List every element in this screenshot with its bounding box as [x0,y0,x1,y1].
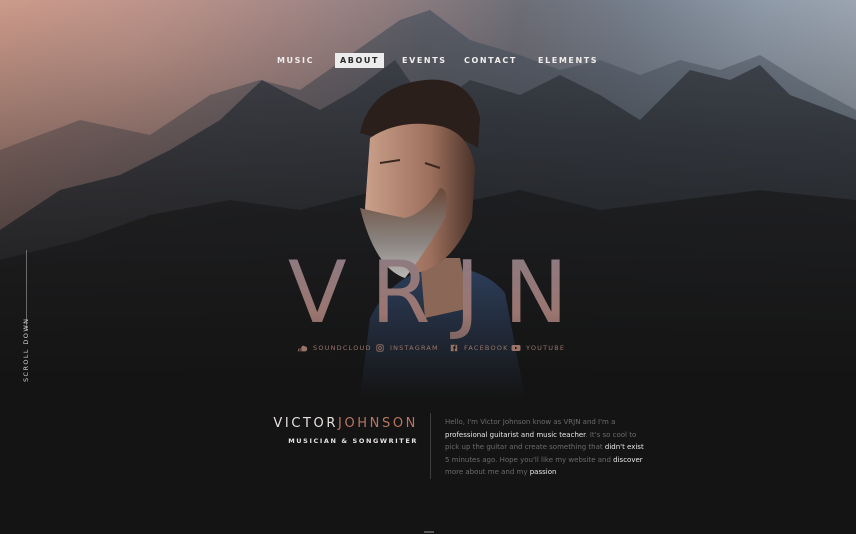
artist-last-name: JOHNSON [338,416,418,431]
vertical-divider [430,413,431,479]
nav-item-contact[interactable]: CONTACT [464,53,517,68]
soundcloud-link[interactable]: SOUNDCLOUD [298,343,372,353]
scroll-down-link[interactable]: SCROLL DOWN [22,318,30,382]
nav-item-events[interactable]: EVENTS [402,53,447,68]
artist-name: VICTORJOHNSON [230,415,418,433]
bio-highlight: didn't exist [604,443,644,452]
instagram-link[interactable]: INSTAGRAM [375,343,439,353]
artist-first-name: VICTOR [273,416,339,431]
bio-text: more about me and my [445,468,530,477]
main-navigation: MUSIC ABOUT EVENTS CONTACT ELEMENTS [0,53,856,69]
nav-item-elements[interactable]: ELEMENTS [538,53,598,68]
bio-text: 5 minutes ago. Hope you'll like my websi… [445,455,614,464]
bio-highlight: passion [529,468,557,477]
soundcloud-label: SOUNDCLOUD [313,344,372,352]
soundcloud-icon [298,345,308,352]
youtube-link[interactable]: YOUTUBE [511,343,565,353]
social-links: SOUNDCLOUD INSTAGRAM FACEBOOK YOUTUBE [0,343,856,353]
nav-item-music[interactable]: MUSIC [277,53,314,68]
facebook-label: FACEBOOK [464,344,509,352]
bio-highlight: discover [613,455,643,464]
instagram-icon [376,344,384,352]
facebook-link[interactable]: FACEBOOK [449,343,509,353]
artist-role: MUSICIAN & SONGWRITER [288,437,418,445]
bottom-indicator [424,531,434,533]
nav-item-about[interactable]: ABOUT [335,53,385,68]
artist-bio: Hello, I'm Victor Johnson know as VRJN a… [445,416,645,479]
hero-title: VRJN [0,245,856,341]
youtube-icon [511,345,521,351]
bio-text: Hello, I'm Victor Johnson know as VRJN a… [445,418,616,426]
facebook-icon [450,344,458,352]
youtube-label: YOUTUBE [526,344,566,352]
bio-highlight: professional guitarist and music teacher [445,430,586,439]
instagram-label: INSTAGRAM [390,344,439,352]
